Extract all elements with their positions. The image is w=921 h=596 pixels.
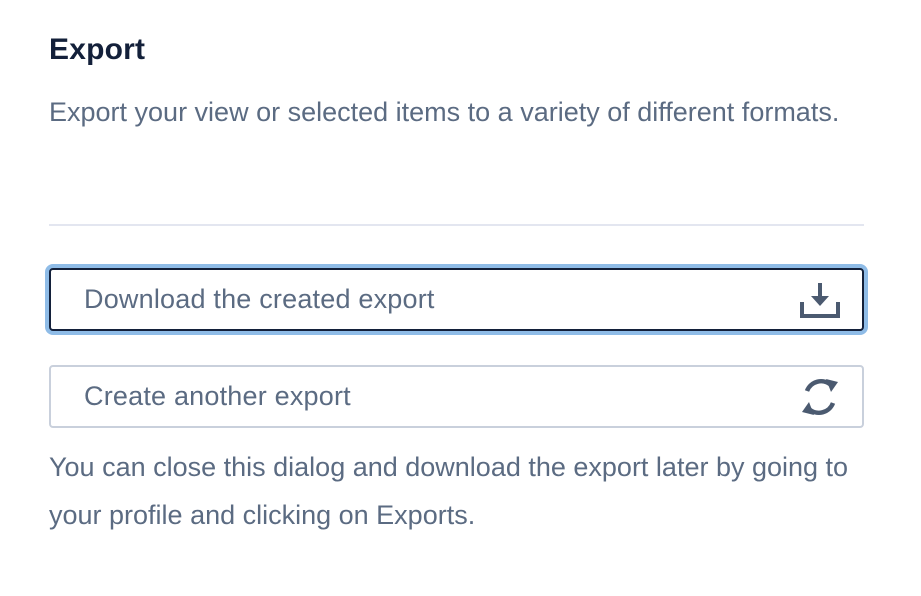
download-export-button[interactable]: Download the created export [49,268,864,331]
export-panel: Export Export your view or selected item… [0,0,921,596]
create-another-export-label: Create another export [84,381,351,411]
panel-title: Export [49,33,146,66]
refresh-icon [798,375,842,419]
panel-description: Export your view or selected items to a … [49,97,840,127]
divider [49,224,864,226]
create-another-export-button[interactable]: Create another export [49,365,864,428]
export-later-note: You can close this dialog and download t… [49,452,849,530]
download-tray-icon [798,278,842,322]
download-export-label: Download the created export [84,284,435,314]
